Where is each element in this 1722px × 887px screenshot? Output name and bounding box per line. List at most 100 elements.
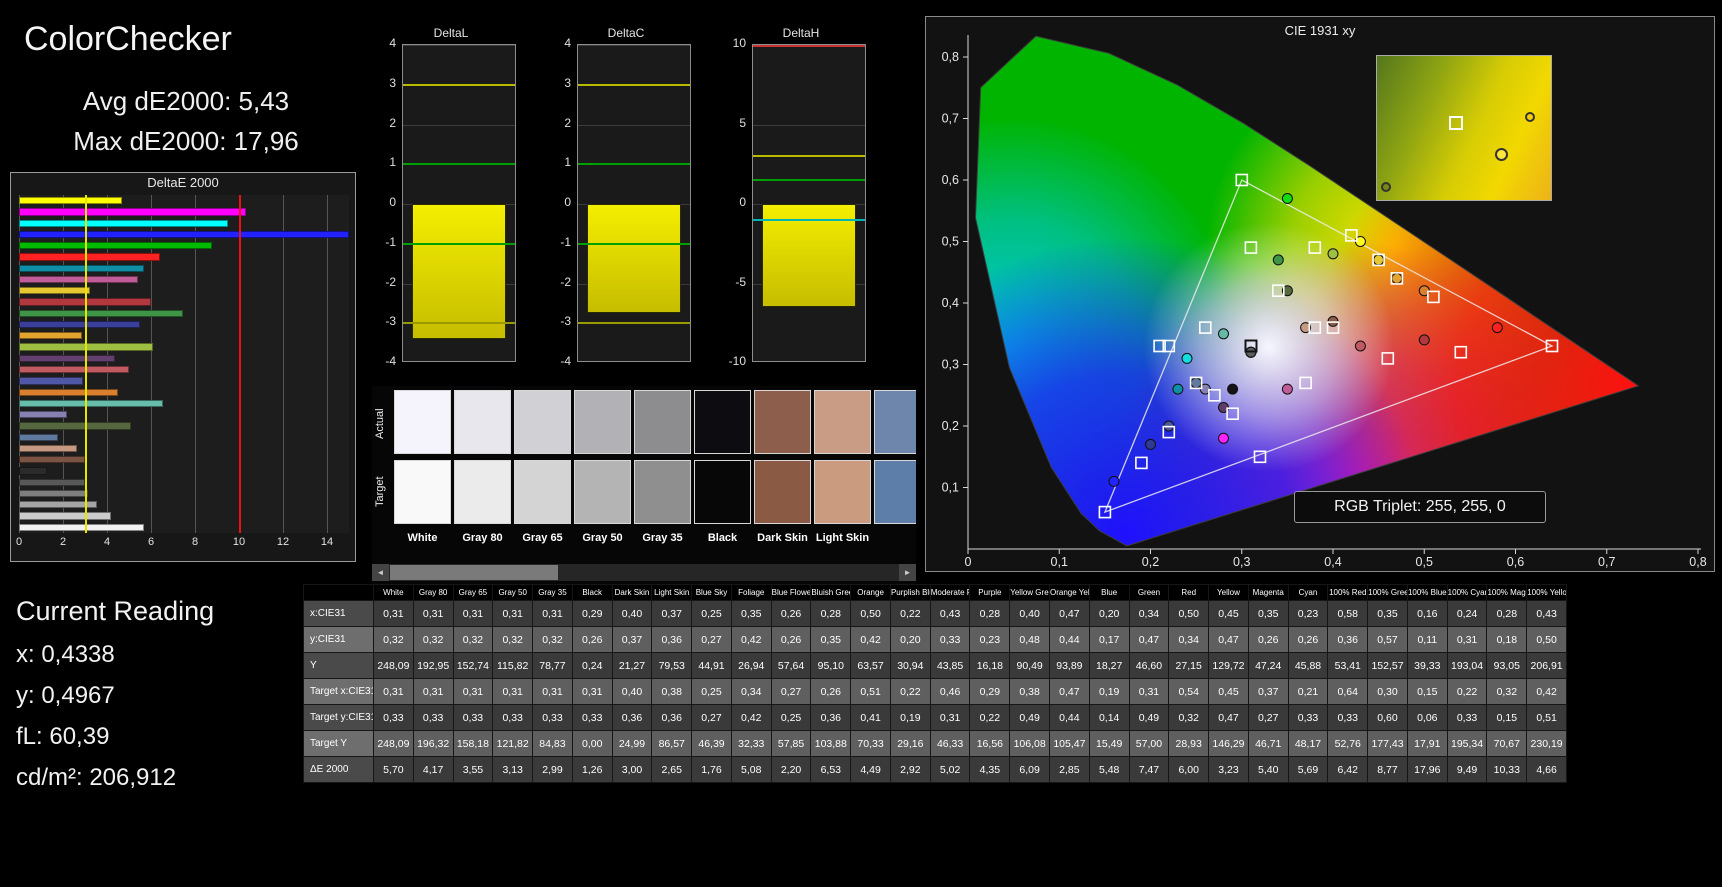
table-cell: 2,99 [532, 756, 573, 783]
svg-text:0,4: 0,4 [942, 296, 959, 310]
table-cell: 0,32 [1486, 678, 1528, 705]
patch-label-5: Black [707, 532, 738, 544]
target-patch-1 [454, 460, 511, 524]
table-cell: 0,17 [1088, 626, 1130, 653]
table-cell: 0,23 [969, 626, 1011, 653]
patch-label-0: White [407, 532, 438, 544]
deltae-bar-cyan [19, 264, 145, 272]
table-cell: 16,18 [969, 652, 1011, 679]
table-cell: 0,25 [770, 704, 812, 731]
scroll-left-icon[interactable]: ◄ [372, 564, 389, 581]
table-cell: 0,35 [730, 600, 772, 627]
svg-text:0,4: 0,4 [1324, 555, 1341, 569]
svg-text:0,5: 0,5 [942, 235, 959, 249]
table-cell: 0,31 [373, 678, 414, 705]
table-cell: 0,37 [611, 626, 653, 653]
table-cell: 2,85 [1049, 756, 1090, 783]
table-cell: 0,29 [969, 678, 1011, 705]
table-cell: 0,20 [1088, 600, 1130, 627]
table-cell: 44,91 [691, 652, 732, 679]
column-header: Gray 65 [452, 584, 494, 601]
target-patch-6 [754, 460, 811, 524]
page-title: ColorChecker [24, 20, 232, 58]
table-cell: 0,44 [1049, 704, 1090, 731]
table-cell: 0,18 [1486, 626, 1528, 653]
deltae-bar-orange-yellow [19, 332, 82, 340]
deltae-bar-100-cyan [19, 219, 228, 227]
svg-text:0,6: 0,6 [1507, 555, 1524, 569]
scrollbar-thumb[interactable] [390, 565, 558, 580]
table-cell: 196,32 [412, 730, 454, 757]
rgb-triplet-badge: RGB Triplet: 255, 255, 0 [1294, 491, 1546, 523]
table-cell: 0,25 [691, 600, 732, 627]
svg-text:0,2: 0,2 [942, 419, 959, 433]
table-cell: 0,35 [810, 626, 852, 653]
inset-corner-dot [1381, 182, 1391, 192]
column-header: Moderate Red [929, 584, 971, 601]
table-cell: 0,30 [1367, 678, 1408, 705]
table-cell: 0,33 [452, 704, 494, 731]
svg-text:0,8: 0,8 [942, 50, 959, 64]
table-cell: 0,42 [730, 626, 772, 653]
table-cell: 7,47 [1128, 756, 1170, 783]
deltac-y-axis: 4 3 2 1 0 -1 -2 -3 -4 [560, 36, 571, 368]
actual-patch-7 [814, 390, 871, 454]
table-cell: 52,76 [1327, 730, 1369, 757]
table-cell: 152,74 [452, 652, 494, 679]
table-cell: 192,95 [412, 652, 454, 679]
table-cell: 0,32 [373, 626, 414, 653]
table-cell: 0,15 [1486, 704, 1528, 731]
svg-text:0,7: 0,7 [1598, 555, 1615, 569]
table-cell: 3,55 [452, 756, 494, 783]
table-cell: 32,33 [730, 730, 772, 757]
row-label: Target Y [303, 730, 374, 757]
table-row: Y 248,09 192,95 152,74 115,82 78,77 0,24 21,27 7… [303, 652, 1567, 679]
inset-secondary-dot [1525, 112, 1535, 122]
table-cell: 0,58 [1327, 600, 1369, 627]
scroll-right-icon[interactable]: ► [899, 564, 916, 581]
table-cell: 0,60 [1367, 704, 1408, 731]
deltaC-bar [587, 204, 681, 314]
table-cell: 0,42 [1526, 678, 1567, 705]
actual-patch-2 [514, 390, 571, 454]
table-cell: 0,50 [1526, 626, 1567, 653]
table-cell: 0,27 [691, 704, 732, 731]
deltal-plot-area [402, 44, 516, 362]
table-cell: 4,66 [1526, 756, 1567, 783]
table-cell: 0,19 [1088, 678, 1130, 705]
table-cell: 0,34 [730, 678, 772, 705]
table-cell: 0,27 [691, 626, 732, 653]
target-patch-2 [514, 460, 571, 524]
svg-text:0,7: 0,7 [942, 112, 959, 126]
table-cell: 1,76 [691, 756, 732, 783]
table-cell: 4,49 [850, 756, 891, 783]
table-cell: 0,38 [651, 678, 693, 705]
deltae-bar-blue-sky [19, 433, 58, 441]
table-cell: 0,43 [929, 600, 971, 627]
table-cell: 0,31 [532, 678, 573, 705]
table-cell: 3,23 [1208, 756, 1249, 783]
table-cell: 129,72 [1208, 652, 1249, 679]
svg-text:0,2: 0,2 [1142, 555, 1159, 569]
svg-text:0,8: 0,8 [1689, 555, 1706, 569]
row-label: Target x:CIE31 [303, 678, 374, 705]
target-patch-7 [814, 460, 871, 524]
table-cell: 95,10 [810, 652, 852, 679]
patch-scrollbar[interactable]: ◄ ► [372, 564, 916, 581]
column-header: White [373, 584, 414, 601]
table-cell: 152,57 [1367, 652, 1408, 679]
table-cell: 0,34 [1128, 600, 1170, 627]
table-cell: 0,49 [1009, 704, 1051, 731]
table-cell: 0,32 [412, 626, 454, 653]
table-cell: 0,22 [1446, 678, 1488, 705]
table-cell: 0,22 [969, 704, 1011, 731]
column-header: Orange [850, 584, 891, 601]
table-cell: 3,13 [492, 756, 534, 783]
column-header: 100% Red [1327, 584, 1369, 601]
table-cell: 0,21 [1287, 678, 1329, 705]
table-cell: 0,64 [1327, 678, 1369, 705]
table-cell: 0,42 [730, 704, 772, 731]
svg-text:0: 0 [965, 555, 972, 569]
current-reading-fl: fL: 60,39 [16, 723, 110, 750]
table-cell: 0,33 [1446, 704, 1488, 731]
